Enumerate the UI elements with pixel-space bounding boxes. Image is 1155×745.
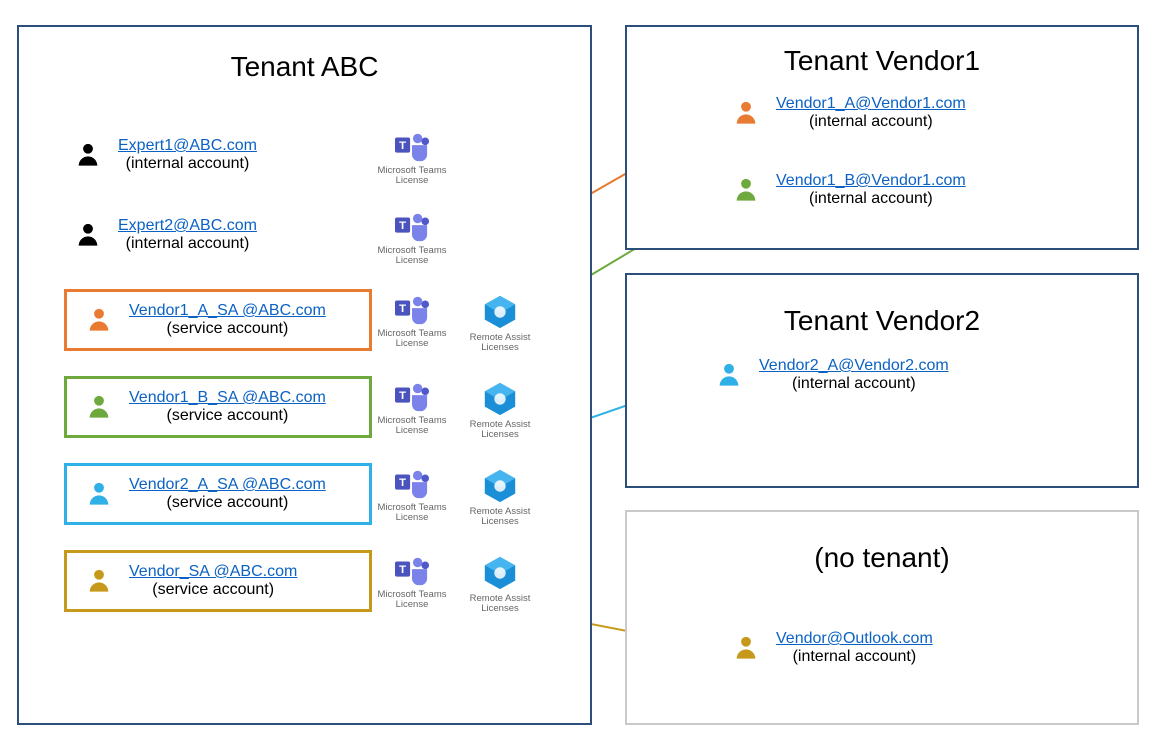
vendor2-usera-row: Vendor2_A@Vendor2.com (internal account) — [715, 357, 949, 393]
expert2-sub: (internal account) — [126, 235, 250, 253]
person-icon — [85, 392, 113, 422]
person-icon — [732, 175, 760, 205]
person-icon — [85, 479, 113, 509]
teams-icon: T — [393, 467, 431, 501]
remote-license-5: Remote Assist Licenses — [460, 467, 540, 528]
vendor1b-sub: (service account) — [166, 407, 288, 425]
teams-label: Microsoft Teams License — [378, 590, 447, 611]
notenant-user-row: Vendor@Outlook.com (internal account) — [732, 630, 933, 666]
teams-icon: T — [393, 554, 431, 588]
vendor1-userb-sub: (internal account) — [809, 190, 933, 208]
tenant-vendor1-title: Tenant Vendor1 — [627, 45, 1137, 77]
svg-text:T: T — [399, 477, 406, 489]
tenant-abc-title: Tenant ABC — [19, 51, 590, 83]
teams-license-1: T Microsoft Teams License — [372, 130, 452, 187]
expert2-row: Expert2@ABC.com (internal account) — [74, 217, 257, 253]
teams-icon: T — [393, 293, 431, 327]
svg-text:T: T — [399, 564, 406, 576]
tenant-abc-box: Tenant ABC Expert1@ABC.com (internal acc… — [17, 25, 592, 725]
person-icon — [74, 140, 102, 170]
vendorx-sa-box: Vendor_SA @ABC.com (service account) — [64, 550, 372, 612]
vendor1a-email[interactable]: Vendor1_A_SA @ABC.com — [129, 302, 326, 320]
vendorx-sub: (service account) — [152, 581, 274, 599]
teams-label: Microsoft Teams License — [378, 246, 447, 267]
svg-text:T: T — [399, 390, 406, 402]
vendor1-userb-row: Vendor1_B@Vendor1.com (internal account) — [732, 172, 966, 208]
notenant-user-sub: (internal account) — [793, 648, 917, 666]
vendor1-userb-email[interactable]: Vendor1_B@Vendor1.com — [776, 172, 966, 190]
remote-label: Remote Assist Licenses — [470, 333, 531, 354]
vendor2a-sub: (service account) — [166, 494, 288, 512]
tenant-vendor2-title: Tenant Vendor2 — [627, 305, 1137, 337]
vendorx-email[interactable]: Vendor_SA @ABC.com — [129, 563, 297, 581]
teams-icon: T — [393, 210, 431, 244]
no-tenant-title: (no tenant) — [627, 542, 1137, 574]
vendor1-usera-row: Vendor1_A@Vendor1.com (internal account) — [732, 95, 966, 131]
remote-assist-icon — [481, 467, 519, 505]
vendor1b-email[interactable]: Vendor1_B_SA @ABC.com — [129, 389, 326, 407]
no-tenant-box: (no tenant) Vendor@Outlook.com (internal… — [625, 510, 1139, 725]
person-icon — [715, 360, 743, 390]
remote-label: Remote Assist Licenses — [470, 507, 531, 528]
person-icon — [732, 98, 760, 128]
svg-text:T: T — [399, 140, 406, 152]
expert1-sub: (internal account) — [126, 155, 250, 173]
teams-license-6: T Microsoft Teams License — [372, 554, 452, 611]
teams-license-4: T Microsoft Teams License — [372, 380, 452, 437]
teams-label: Microsoft Teams License — [378, 329, 447, 350]
expert1-email[interactable]: Expert1@ABC.com — [118, 137, 257, 155]
teams-icon: T — [393, 380, 431, 414]
remote-assist-icon — [481, 554, 519, 592]
notenant-user-email[interactable]: Vendor@Outlook.com — [776, 630, 933, 648]
person-icon — [74, 220, 102, 250]
vendor1-usera-email[interactable]: Vendor1_A@Vendor1.com — [776, 95, 966, 113]
remote-license-6: Remote Assist Licenses — [460, 554, 540, 615]
remote-label: Remote Assist Licenses — [470, 420, 531, 441]
remote-license-4: Remote Assist Licenses — [460, 380, 540, 441]
remote-license-3: Remote Assist Licenses — [460, 293, 540, 354]
vendor1a-sub: (service account) — [166, 320, 288, 338]
vendor1b-sa-box: Vendor1_B_SA @ABC.com (service account) — [64, 376, 372, 438]
expert1-row: Expert1@ABC.com (internal account) — [74, 137, 257, 173]
remote-label: Remote Assist Licenses — [470, 594, 531, 615]
svg-text:T: T — [399, 303, 406, 315]
tenant-vendor2-box: Tenant Vendor2 Vendor2_A@Vendor2.com (in… — [625, 273, 1139, 488]
remote-assist-icon — [481, 293, 519, 331]
teams-icon: T — [393, 130, 431, 164]
expert2-email[interactable]: Expert2@ABC.com — [118, 217, 257, 235]
vendor2-usera-sub: (internal account) — [792, 375, 916, 393]
remote-assist-icon — [481, 380, 519, 418]
vendor1a-sa-box: Vendor1_A_SA @ABC.com (service account) — [64, 289, 372, 351]
teams-license-5: T Microsoft Teams License — [372, 467, 452, 524]
vendor2a-sa-box: Vendor2_A_SA @ABC.com (service account) — [64, 463, 372, 525]
vendor1-usera-sub: (internal account) — [809, 113, 933, 131]
tenant-vendor1-box: Tenant Vendor1 Vendor1_A@Vendor1.com (in… — [625, 25, 1139, 250]
person-icon — [85, 566, 113, 596]
person-icon — [732, 633, 760, 663]
teams-label: Microsoft Teams License — [378, 503, 447, 524]
teams-license-3: T Microsoft Teams License — [372, 293, 452, 350]
svg-text:T: T — [399, 220, 406, 232]
vendor2-usera-email[interactable]: Vendor2_A@Vendor2.com — [759, 357, 949, 375]
person-icon — [85, 305, 113, 335]
teams-label: Microsoft Teams License — [378, 416, 447, 437]
vendor2a-email[interactable]: Vendor2_A_SA @ABC.com — [129, 476, 326, 494]
teams-label: Microsoft Teams License — [378, 166, 447, 187]
teams-license-2: T Microsoft Teams License — [372, 210, 452, 267]
